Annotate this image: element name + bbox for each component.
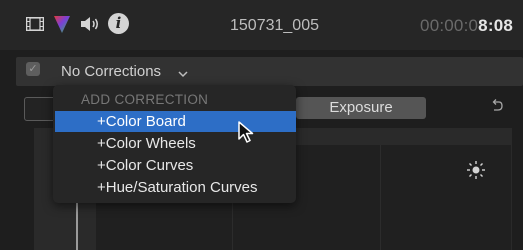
clip-name: 150731_005 [230, 17, 319, 34]
cursor-icon [238, 121, 258, 150]
timecode-bright: 8:08 [478, 16, 513, 35]
menu-item-color-curves[interactable]: +Color Curves [55, 155, 296, 176]
tab-exposure[interactable]: Exposure [296, 97, 426, 119]
timecode: 00:00:08:08 [420, 16, 513, 36]
color-icon[interactable] [53, 14, 71, 39]
corrections-popup[interactable]: No Corrections [61, 63, 161, 80]
menu-item-label: +Color Wheels [97, 135, 196, 152]
board-divider [380, 145, 381, 250]
correction-checkbox[interactable]: ✓ [26, 62, 40, 76]
menu-item-label: +Color Curves [97, 157, 194, 174]
audio-icon[interactable] [80, 16, 100, 37]
menu-item-color-wheels[interactable]: +Color Wheels [55, 133, 296, 154]
menu-item-color-board[interactable]: +Color Board [55, 111, 296, 132]
film-icon[interactable] [25, 16, 45, 36]
info-icon[interactable]: i [108, 13, 129, 34]
reset-icon[interactable] [490, 98, 504, 119]
timecode-dim: 00:00:0 [420, 16, 479, 35]
menu-item-hue-saturation-curves[interactable]: +Hue/Saturation Curves [55, 177, 296, 198]
chevron-down-icon[interactable] [178, 65, 188, 83]
menu-item-label: +Hue/Saturation Curves [97, 179, 258, 196]
sun-icon[interactable] [466, 160, 486, 185]
menu-item-label: +Color Board [97, 113, 186, 130]
menu-header: ADD CORRECTION [81, 92, 209, 107]
